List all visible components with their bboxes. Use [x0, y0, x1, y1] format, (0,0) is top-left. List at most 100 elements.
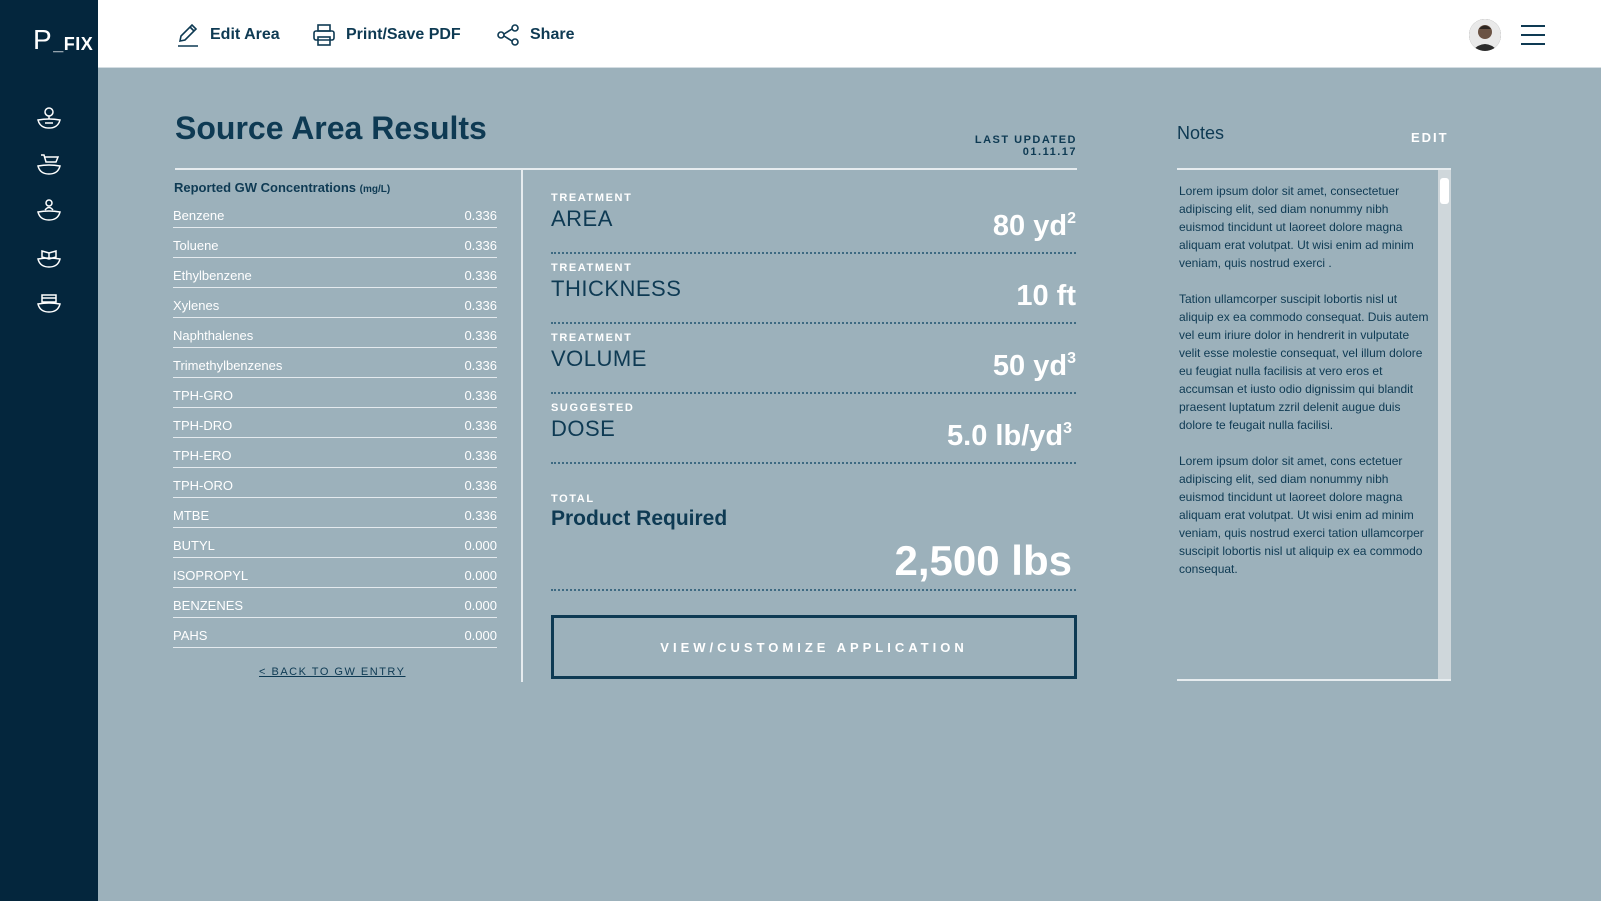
- concentration-row: BENZENES 0.000: [173, 588, 497, 618]
- location-pin-hand-icon[interactable]: [34, 104, 64, 132]
- cart-hand-icon[interactable]: [34, 150, 64, 178]
- concentration-value: 0.000: [464, 627, 497, 643]
- concentration-name: BUTYL: [173, 537, 215, 553]
- concentration-name: Benzene: [173, 207, 225, 223]
- concentration-value: 0.336: [464, 327, 497, 343]
- share-icon: [497, 24, 519, 46]
- treatment-volume: TREATMENT VOLUME 50 yd3: [551, 332, 1076, 394]
- menu-icon[interactable]: [1521, 25, 1545, 45]
- treatment-thickness: TREATMENT THICKNESS 10 ft: [551, 262, 1076, 324]
- concentration-value: 0.336: [464, 237, 497, 253]
- concentration-value: 0.336: [464, 267, 497, 283]
- concentration-name: BENZENES: [173, 597, 244, 613]
- concentration-value: 0.000: [464, 597, 497, 613]
- concentration-row: TPH-GRO 0.336: [173, 378, 497, 408]
- total-value: 2,500 lbs: [894, 537, 1072, 584]
- edit-area-button[interactable]: Edit Area: [176, 20, 280, 50]
- concentrations-unit: (mg/L): [359, 184, 391, 195]
- concentration-value: 0.336: [464, 387, 497, 403]
- page-title: Source Area Results: [175, 110, 487, 146]
- concentration-value: 0.336: [464, 207, 497, 223]
- share-button[interactable]: Share: [496, 20, 574, 50]
- last-updated-label: LAST UPDATED: [974, 134, 1077, 146]
- last-updated-value: 01.11.17: [1022, 146, 1077, 158]
- concentration-row: Xylenes 0.336: [173, 288, 497, 318]
- metric-label: SUGGESTED: [551, 402, 635, 414]
- avatar[interactable]: [1469, 19, 1501, 51]
- concentration-name: TPH-ORO: [173, 477, 233, 493]
- concentration-row: Trimethylbenzenes 0.336: [173, 348, 497, 378]
- notes-paragraph: Lorem ipsum dolor sit amet, consectetuer…: [1179, 184, 1414, 270]
- concentration-value: 0.336: [464, 357, 497, 373]
- concentration-value: 0.336: [464, 447, 497, 463]
- notes-paragraph: Lorem ipsum dolor sit amet, cons ectetue…: [1179, 454, 1424, 576]
- logo-prefix: P: [33, 24, 53, 55]
- metric-value: 50 yd3: [992, 350, 1076, 382]
- view-customize-application-button[interactable]: VIEW/CUSTOMIZE APPLICATION: [551, 615, 1077, 679]
- concentration-name: Toluene: [173, 237, 219, 253]
- box-hand-icon[interactable]: [34, 288, 64, 316]
- notes-scrollbar[interactable]: [1438, 170, 1451, 679]
- metric-value: 5.0 lb/yd3: [947, 420, 1072, 452]
- concentration-name: Naphthalenes: [173, 327, 254, 343]
- notes-edit-button[interactable]: EDIT: [1411, 130, 1449, 145]
- concentration-value: 0.000: [464, 567, 497, 583]
- concentration-name: Trimethylbenzenes: [173, 357, 283, 373]
- concentration-name: TPH-ERO: [173, 447, 232, 463]
- back-to-gw-entry-link[interactable]: < BACK TO GW ENTRY: [259, 666, 406, 678]
- concentration-name: PAHS: [173, 627, 208, 643]
- metric-label: TREATMENT: [551, 262, 633, 274]
- concentration-value: 0.336: [464, 477, 497, 493]
- scrollbar-thumb[interactable]: [1440, 178, 1449, 204]
- total-product-required: TOTAL Product Required 2,500 lbs: [551, 491, 1076, 591]
- metric-label: TREATMENT: [551, 332, 633, 344]
- concentration-row: Naphthalenes 0.336: [173, 318, 497, 348]
- printer-icon: [313, 24, 335, 46]
- person-hand-icon[interactable]: [34, 196, 64, 224]
- divider: [175, 168, 1077, 170]
- notes-text: Lorem ipsum dolor sit amet, consectetuer…: [1179, 182, 1429, 596]
- concentration-row: MTBE 0.336: [173, 498, 497, 528]
- metric-name: THICKNESS: [551, 276, 682, 301]
- concentration-row: Benzene 0.336: [173, 198, 497, 228]
- metric-name: VOLUME: [551, 346, 647, 371]
- concentration-value: 0.000: [464, 537, 497, 553]
- last-updated: LAST UPDATED 01.11.17: [900, 134, 1077, 158]
- concentration-row: BUTYL 0.000: [173, 528, 497, 558]
- logo-suffix: _FIX: [53, 34, 94, 54]
- concentration-row: TPH-DRO 0.336: [173, 408, 497, 438]
- metric-name: AREA: [551, 206, 613, 231]
- metric-value: 80 yd2: [992, 210, 1076, 242]
- app-logo[interactable]: P _FIX: [33, 24, 94, 55]
- concentration-row: Ethylbenzene 0.336: [173, 258, 497, 288]
- column-divider: [521, 170, 523, 682]
- concentration-value: 0.336: [464, 417, 497, 433]
- treatment-area: TREATMENT AREA 80 yd2: [551, 192, 1076, 254]
- sidebar: P _FIX: [0, 0, 98, 901]
- concentration-name: Xylenes: [173, 297, 220, 313]
- concentration-name: TPH-GRO: [173, 387, 233, 403]
- pencil-icon: [178, 23, 198, 47]
- concentrations-title: Reported GW Concentrations (mg/L): [174, 180, 390, 195]
- total-label: TOTAL: [551, 493, 595, 505]
- book-hand-icon[interactable]: [34, 243, 64, 271]
- suggested-dose: SUGGESTED DOSE 5.0 lb/yd3: [551, 402, 1076, 464]
- concentration-name: Ethylbenzene: [173, 267, 252, 283]
- metric-value: 10 ft: [1016, 280, 1076, 312]
- concentration-row: PAHS 0.000: [173, 618, 497, 648]
- metric-label: TREATMENT: [551, 192, 633, 204]
- print-save-pdf-button[interactable]: Print/Save PDF: [312, 20, 461, 50]
- concentrations-list: Benzene 0.336 Toluene 0.336 Ethylbenzene 0.33…: [173, 198, 497, 648]
- concentration-row: Toluene 0.336: [173, 228, 497, 258]
- concentrations-title-text: Reported GW Concentrations: [174, 180, 357, 195]
- metric-name: DOSE: [551, 416, 616, 441]
- notes-title: Notes: [1177, 123, 1225, 143]
- concentration-value: 0.336: [464, 507, 497, 523]
- concentration-name: MTBE: [173, 507, 210, 523]
- print-label: Print/Save PDF: [346, 26, 461, 43]
- concentration-name: ISOPROPYL: [173, 567, 249, 583]
- concentration-row: ISOPROPYL 0.000: [173, 558, 497, 588]
- top-toolbar: Edit Area Print/Save PDF Share: [98, 0, 1601, 68]
- edit-area-label: Edit Area: [210, 26, 280, 43]
- concentration-row: TPH-ERO 0.336: [173, 438, 497, 468]
